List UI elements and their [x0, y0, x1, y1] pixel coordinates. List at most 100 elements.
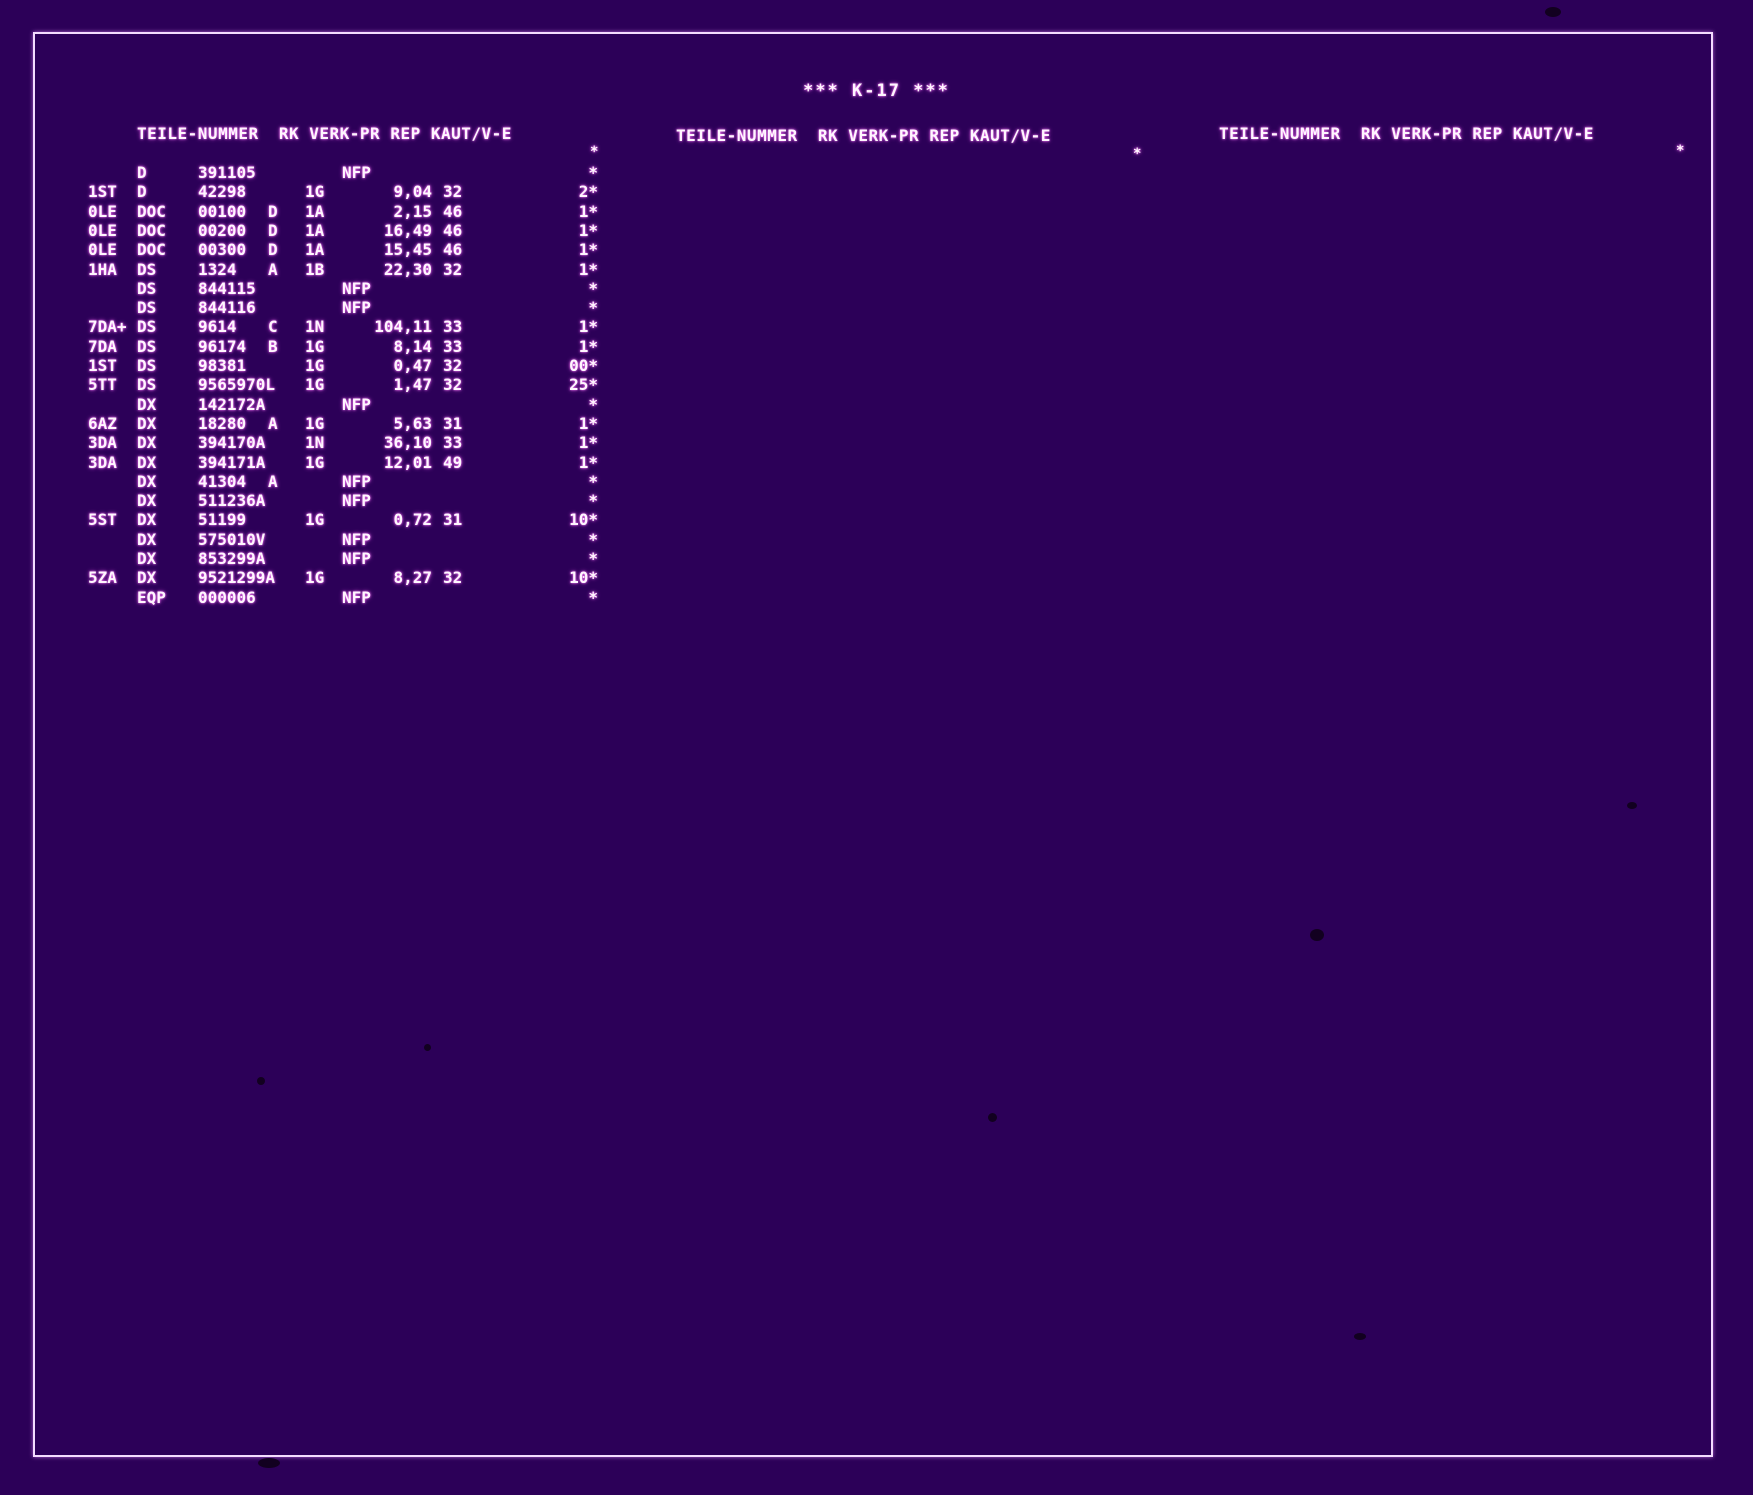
cell-prefix: 0LE	[88, 201, 117, 221]
cell-rep: 31	[443, 510, 463, 530]
cell-suffix: D	[268, 201, 278, 221]
cell-kaut: *	[588, 549, 598, 568]
cell-type: DX	[137, 394, 157, 414]
cell-rk: 1N	[305, 433, 325, 453]
cell-suffix: D	[268, 220, 278, 240]
cell-prefix: 7DA	[88, 336, 117, 356]
cell-rep: 46	[443, 201, 463, 221]
cell-kaut: 1*	[578, 317, 598, 337]
cell-kaut: 00*	[569, 356, 598, 375]
cell-kaut: *	[588, 587, 598, 607]
cell-type: D	[137, 163, 147, 182]
cell-type: DX	[137, 549, 157, 568]
cell-kaut: *	[588, 529, 598, 549]
cell-price: 8,27	[393, 568, 432, 588]
column-header-block-2: TEILE-NUMMER RK VERK-PR REP KAUT/V-E	[676, 126, 1051, 145]
cell-kaut: 10*	[569, 568, 598, 588]
cell-rk: 1G	[305, 336, 325, 356]
cell-kaut: 1*	[578, 336, 598, 356]
cell-kaut: *	[588, 471, 598, 491]
cell-num: 844115	[198, 278, 256, 298]
cell-num: 844116	[198, 298, 256, 318]
cell-num: 1324	[198, 259, 237, 279]
cell-num: 575010V	[198, 529, 266, 549]
cell-kaut: 10*	[569, 510, 598, 530]
column-header-block-1: TEILE-NUMMER RK VERK-PR REP KAUT/V-E	[137, 124, 512, 143]
cell-num: 9565970L	[198, 375, 276, 395]
cell-price: 22,30	[383, 259, 432, 279]
cell-rk: 1A	[305, 220, 325, 240]
cell-nfp: NFP	[342, 278, 371, 298]
cell-kaut: 1*	[578, 220, 598, 240]
cell-type: DX	[137, 471, 157, 491]
cell-prefix: 5ST	[88, 510, 117, 530]
cell-price: 36,10	[383, 433, 432, 453]
cell-prefix: 5ZA	[88, 568, 117, 588]
cell-num: 394170A	[198, 433, 266, 453]
screen-speck	[257, 1077, 265, 1085]
cell-num: 42298	[198, 182, 247, 202]
cell-suffix: A	[268, 413, 278, 433]
cell-rep: 49	[443, 452, 463, 472]
cell-suffix: A	[268, 259, 278, 279]
cell-nfp: NFP	[342, 491, 371, 511]
cell-rep: 46	[443, 240, 463, 260]
cell-nfp: NFP	[342, 298, 371, 318]
cell-suffix: A	[268, 471, 278, 491]
cell-price: 15,45	[383, 240, 432, 260]
cell-rk: 1A	[305, 201, 325, 221]
cell-kaut: 25*	[569, 375, 598, 395]
cell-rk: 1G	[305, 452, 325, 472]
cell-suffix: B	[268, 336, 278, 356]
cell-price: 1,47	[393, 375, 432, 395]
cell-prefix: 1HA	[88, 259, 117, 279]
cell-num: 853299A	[198, 549, 266, 568]
cell-kaut: 1*	[578, 259, 598, 279]
cell-num: 391105	[198, 163, 256, 182]
cell-prefix: 0LE	[88, 220, 117, 240]
cell-num: 00100	[198, 201, 247, 221]
header-marker-3: *	[1676, 143, 1685, 159]
column-header-block-3: TEILE-NUMMER RK VERK-PR REP KAUT/V-E	[1219, 124, 1594, 143]
cell-type: DX	[137, 510, 157, 530]
cell-kaut: 1*	[578, 201, 598, 221]
header-marker-1: *	[590, 144, 599, 160]
cell-type: DS	[137, 259, 157, 279]
cell-type: DS	[137, 375, 157, 395]
cell-num: 511236A	[198, 491, 266, 511]
screen-speck	[988, 1113, 997, 1122]
cell-rk: 1G	[305, 375, 325, 395]
cell-nfp: NFP	[342, 549, 371, 568]
cell-prefix: 3DA	[88, 433, 117, 453]
cell-prefix: 6AZ	[88, 413, 117, 433]
cell-type: DS	[137, 356, 157, 375]
cell-type: DX	[137, 433, 157, 453]
cell-price: 8,14	[393, 336, 432, 356]
cell-kaut: *	[588, 163, 598, 182]
cell-rep: 33	[443, 336, 463, 356]
screen-border	[33, 32, 1713, 1457]
header-marker-2: *	[1133, 146, 1142, 162]
cell-rk: 1B	[305, 259, 325, 279]
cell-price: 0,72	[393, 510, 432, 530]
cell-kaut: 1*	[578, 452, 598, 472]
cell-kaut: *	[588, 298, 598, 318]
cell-nfp: NFP	[342, 529, 371, 549]
cell-type: DX	[137, 452, 157, 472]
screen-speck	[1627, 802, 1637, 809]
cell-type: EQP	[137, 587, 166, 607]
cell-rep: 33	[443, 317, 463, 337]
cell-type: DX	[137, 413, 157, 433]
cell-rep: 46	[443, 220, 463, 240]
cell-rep: 33	[443, 433, 463, 453]
cell-num: 9521299A	[198, 568, 276, 588]
screen-speck	[1545, 7, 1561, 17]
cell-kaut: 1*	[578, 240, 598, 260]
cell-price: 2,15	[393, 201, 432, 221]
cell-type: DOC	[137, 220, 166, 240]
cell-num: 142172A	[198, 394, 266, 414]
cell-kaut: 1*	[578, 413, 598, 433]
cell-num: 000006	[198, 587, 256, 607]
cell-rk: 1G	[305, 568, 325, 588]
cell-num: 00200	[198, 220, 247, 240]
